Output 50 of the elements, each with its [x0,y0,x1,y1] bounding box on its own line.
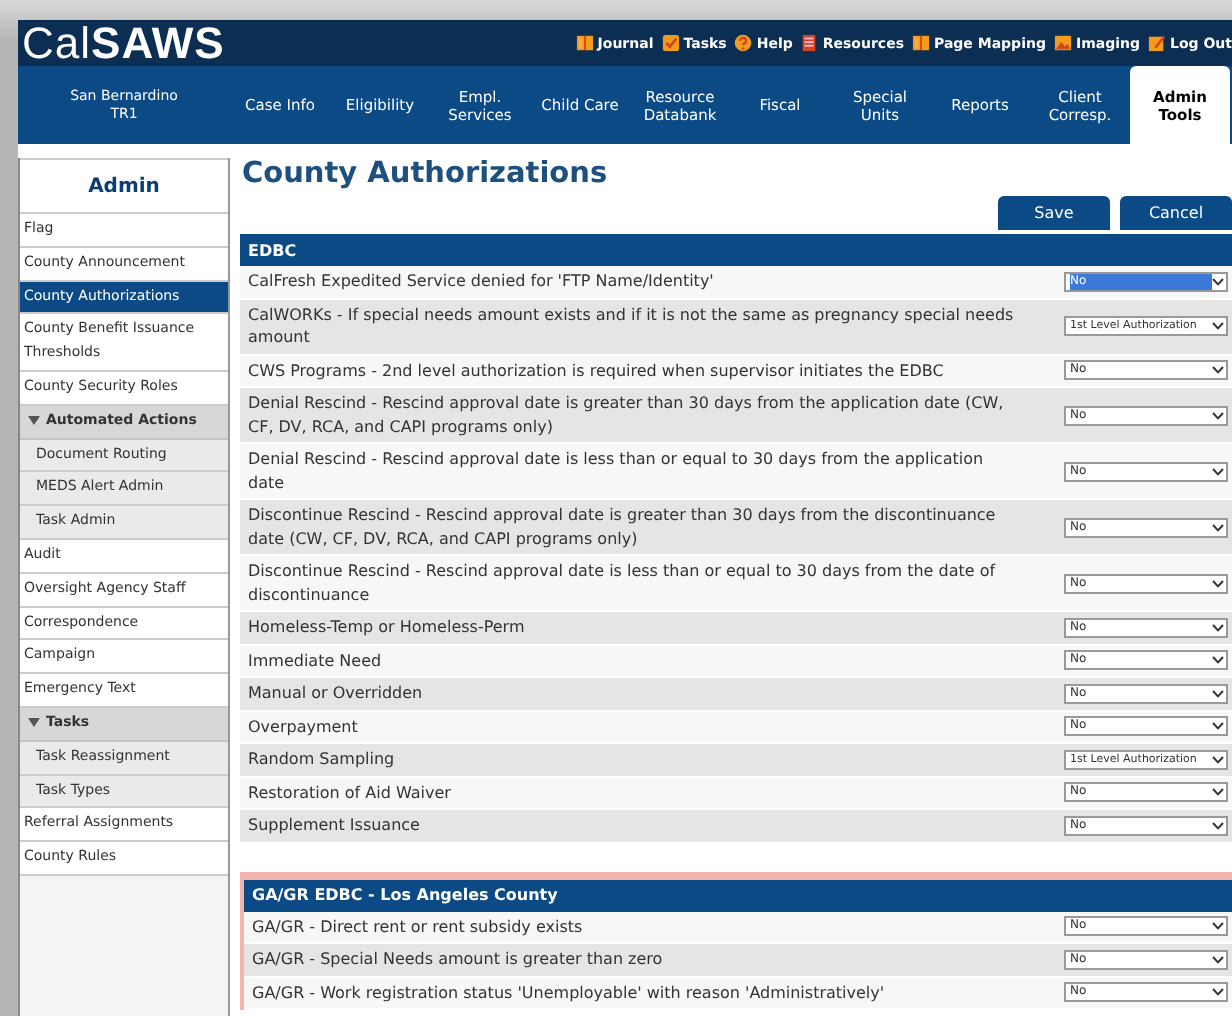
authorization-label: CWS Programs - 2nd level authorization is required when supervisor initiates the EDBC [248,359,946,382]
chevron-down-icon [1212,821,1224,830]
authorization-label: Supplement Issuance [248,814,422,837]
chevron-down-icon [1212,955,1224,964]
authorization-label: GA/GR - Work registration status 'Unemployable' with reason 'Administratively' [252,981,887,1004]
chevron-down-icon [1212,788,1224,797]
authorization-label: Manual or Overridden [248,682,425,705]
book-icon [912,34,930,52]
authorization-label: Immediate Need [248,649,384,672]
book-icon [575,34,594,52]
authorization-label: Homeless-Temp or Homeless-Perm [248,616,527,639]
edit-icon [1148,34,1166,52]
chevron-down-icon [1212,322,1224,330]
chevron-down-icon [1212,277,1224,286]
section-header: EDBC [240,234,1232,266]
page-title: County Authorizations [242,156,610,192]
caret-icon [28,416,40,427]
authorization-label: Restoration of Aid Waiver [248,781,453,804]
chevron-down-icon [1212,656,1224,665]
authorization-label: CalFresh Expedited Service denied for 'FTP Name/Identity' [248,270,716,293]
help-icon [734,34,753,52]
authorization-label: Denial Rescind - Rescind approval date is greater than 30 days from the application date (CW, CF, DV, RCA, and CAPI programs only) [248,392,1006,438]
chevron-down-icon [1212,988,1224,997]
action-button[interactable]: Save [998,196,1110,230]
logo: CalSAWS [22,20,225,66]
chevron-down-icon [1212,689,1224,698]
chevron-down-icon [1212,623,1224,632]
caret-icon [28,718,40,729]
chevron-down-icon [1212,523,1224,531]
chevron-down-icon [1212,922,1224,931]
action-button[interactable]: Cancel [1120,196,1232,230]
sidebar-title: Admin [20,158,228,214]
chevron-down-icon [1212,755,1224,764]
chevron-down-icon [1212,467,1224,475]
authorization-label: Denial Rescind - Rescind approval date is less than or equal to 30 days from the application date [248,448,986,494]
chevron-down-icon [1212,579,1224,587]
chevron-down-icon [1212,366,1224,375]
section-header: GA/GR EDBC - Los Angeles County [244,879,1232,911]
authorization-label: Random Sampling [248,748,397,771]
chevron-down-icon [1212,722,1224,731]
authorization-label: Discontinue Rescind - Rescind approval date is greater than 30 days from the discontinuance date (CW, CF, DV, RCA, and CAPI programs only) [248,504,998,550]
authorization-label: Overpayment [248,715,360,738]
chevron-down-icon [1212,411,1224,419]
document-icon [800,34,819,52]
authorization-label: GA/GR - Special Needs amount is greater than zero [252,948,665,971]
image-icon [1053,34,1072,52]
checkbox-icon [661,34,680,52]
authorization-label: GA/GR - Direct rent or rent subsidy exists [252,915,585,938]
authorization-label: Discontinue Rescind - Rescind approval date is less than or equal to 30 days from the date of discontinuance [248,560,998,606]
authorization-label: CalWORKs - If special needs amount exists and if it is not the same as pregnancy special needs amount [248,303,1016,349]
